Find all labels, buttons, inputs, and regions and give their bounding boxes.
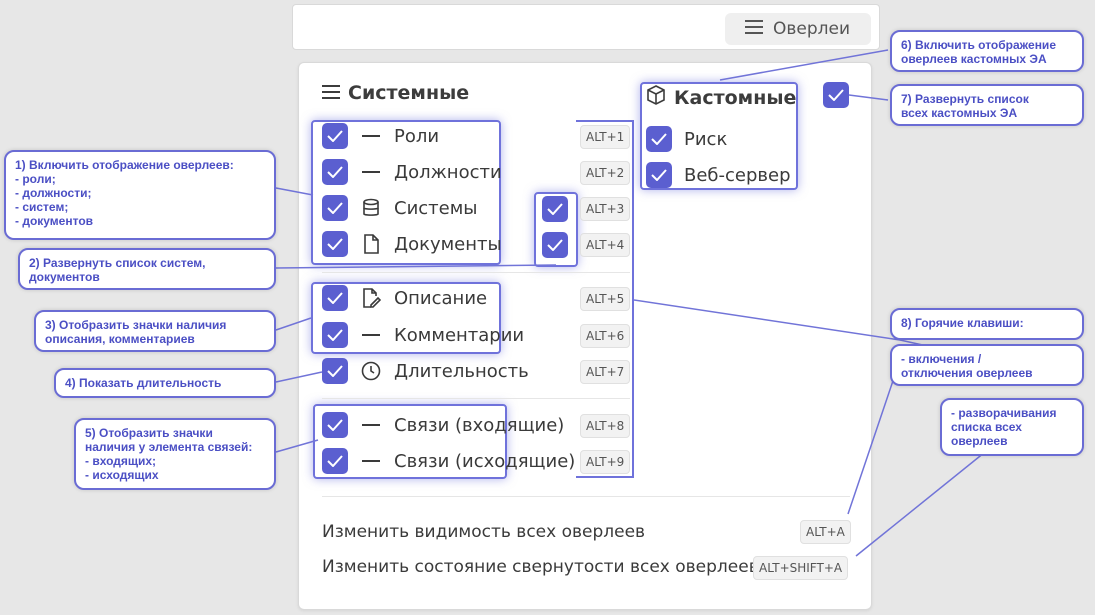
checkbox-duration[interactable]: [322, 358, 348, 384]
row-label: Роли: [394, 125, 440, 147]
callout-1: 1) Включить отображение оверлеев: - роли…: [4, 150, 276, 240]
row-label: Веб-сервер: [684, 164, 791, 186]
row-label: Документы: [394, 233, 502, 255]
callout-4: 4) Показать длительность: [54, 368, 276, 398]
shortcut-badge: ALT+7: [580, 360, 631, 384]
menu-icon: [745, 19, 763, 39]
callout-text: - документов: [15, 214, 94, 228]
callout-8b: - разворачивания списка всех оверлеев: [940, 398, 1084, 456]
clock-icon: [360, 360, 382, 382]
callout-text: 6) Включить отображение: [901, 38, 1056, 52]
expand-documents-checkbox[interactable]: [542, 232, 568, 258]
callout-2: 2) Развернуть список систем, документов: [18, 248, 276, 290]
callout-text: 7) Развернуть список: [901, 92, 1029, 106]
callout-text: списка всех: [951, 420, 1022, 434]
callout-text: отключения оверлеев: [901, 366, 1033, 380]
divider: [322, 496, 850, 497]
checkbox-comments[interactable]: [322, 322, 348, 348]
dash-icon: [360, 324, 382, 346]
row-label: Комментарии: [394, 324, 525, 346]
callout-text: - должности;: [15, 186, 92, 200]
shortcut-badge: ALT+1: [580, 125, 631, 149]
toggle-collapse-label[interactable]: Изменить состояние свернутости всех овер…: [322, 557, 759, 577]
callout-text: 3) Отобразить значки наличия: [45, 318, 227, 332]
file-icon: [360, 233, 382, 255]
system-title-text: Системные: [348, 82, 470, 104]
system-section-title: Системные: [322, 82, 469, 104]
toggle-visibility-label[interactable]: Изменить видимость всех оверлеев: [322, 522, 645, 542]
shortcut-badge: ALT+4: [580, 233, 631, 257]
row-label: Связи (входящие): [394, 414, 565, 436]
overlays-button-label: Оверлеи: [773, 19, 851, 39]
database-icon: [360, 197, 382, 219]
checkbox-risk[interactable]: [646, 126, 672, 152]
shortcut-badge: ALT+3: [580, 197, 631, 221]
callout-5: 5) Отобразить значки наличия у элемента …: [74, 418, 276, 490]
callout-8: 8) Горячие клавиши:: [890, 308, 1084, 340]
callout-text: наличия у элемента связей:: [85, 440, 253, 454]
checkbox-documents[interactable]: [322, 231, 348, 257]
callout-text: 5) Отобразить значки: [85, 426, 213, 440]
callout-text: оверлеев кастомных ЭА: [901, 52, 1047, 66]
callout-text: всех кастомных ЭА: [901, 106, 1018, 120]
shortcut-badge: ALT+A: [800, 520, 851, 544]
custom-row-risk[interactable]: Риск: [646, 122, 791, 156]
divider: [322, 272, 630, 273]
callout-text: документов: [29, 270, 100, 284]
shortcut-badge: ALT+SHIFT+A: [753, 556, 849, 580]
shortcut-badge: ALT+8: [580, 414, 631, 438]
custom-title-text: Кастомные: [674, 86, 797, 109]
callout-text: - систем;: [15, 200, 69, 214]
callout-3: 3) Отобразить значки наличия описания, к…: [34, 310, 276, 352]
callout-7: 7) Развернуть список всех кастомных ЭА: [890, 84, 1084, 126]
callout-text: - разворачивания: [951, 406, 1057, 420]
dash-icon: [360, 161, 382, 183]
custom-list: Риск Веб-сервер: [646, 122, 791, 192]
callout-text: - входящих;: [85, 454, 157, 468]
expand-custom-checkbox[interactable]: [823, 82, 849, 108]
shortcut-badge: ALT+5: [580, 287, 631, 311]
callout-text: 2) Развернуть список систем,: [29, 256, 206, 270]
divider: [322, 398, 630, 399]
callout-text: - исходящих: [85, 468, 159, 482]
callout-text: оверлеев: [951, 434, 1008, 448]
callout-6: 6) Включить отображение оверлеев кастомн…: [890, 30, 1084, 72]
cube-icon: [646, 85, 666, 110]
row-label: Должности: [394, 161, 502, 183]
checkbox-roles[interactable]: [322, 123, 348, 149]
row-label: Длительность: [394, 360, 529, 382]
row-label: Системы: [394, 197, 478, 219]
dash-icon: [360, 450, 382, 472]
shortcut-badge: ALT+2: [580, 161, 631, 185]
checkbox-links-out[interactable]: [322, 448, 348, 474]
shortcut-badge: ALT+6: [580, 324, 631, 348]
row-label: Связи (исходящие): [394, 450, 576, 472]
row-label: Описание: [394, 287, 488, 309]
callout-text: - включения /: [901, 352, 982, 366]
callout-text: 8) Горячие клавиши:: [901, 316, 1024, 330]
checkbox-webserver[interactable]: [646, 162, 672, 188]
shortcut-badge: ALT+9: [580, 450, 631, 474]
callout-text: описания, комментариев: [45, 332, 195, 346]
expand-systems-checkbox[interactable]: [542, 196, 568, 222]
dash-icon: [360, 414, 382, 436]
menu-icon: [322, 82, 340, 104]
callout-8a: - включения / отключения оверлеев: [890, 344, 1084, 386]
callout-text: 1) Включить отображение оверлеев:: [15, 158, 234, 172]
checkbox-positions[interactable]: [322, 159, 348, 185]
dash-icon: [360, 125, 382, 147]
checkbox-description[interactable]: [322, 285, 348, 311]
custom-row-webserver[interactable]: Веб-сервер: [646, 158, 791, 192]
file-edit-icon: [360, 287, 382, 309]
row-label: Риск: [684, 128, 728, 150]
checkbox-links-in[interactable]: [322, 412, 348, 438]
overlays-button[interactable]: Оверлеи: [725, 13, 871, 45]
custom-section-title: Кастомные: [646, 85, 796, 110]
callout-text: - роли;: [15, 172, 56, 186]
checkbox-systems[interactable]: [322, 195, 348, 221]
callout-text: 4) Показать длительность: [65, 376, 222, 390]
